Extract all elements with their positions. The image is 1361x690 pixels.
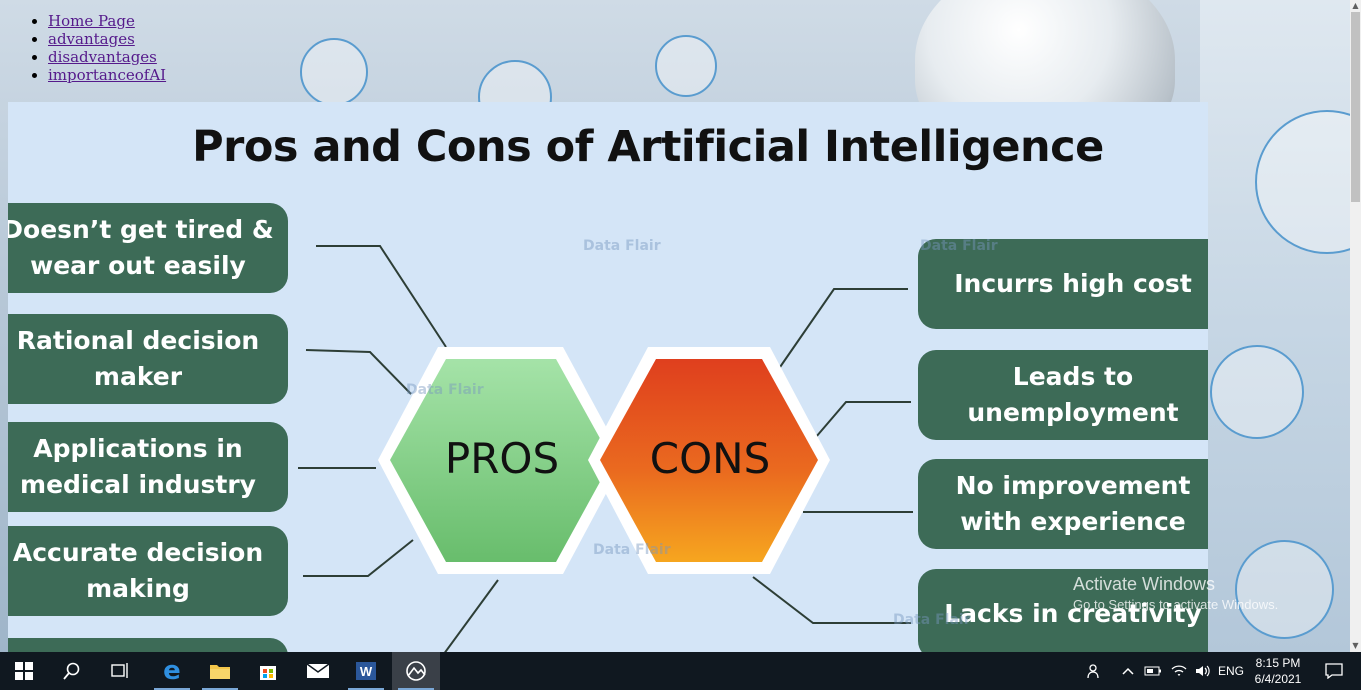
pro-item: Applications in medical industry: [8, 422, 288, 512]
importance-of-ai-link[interactable]: importanceofAI: [48, 66, 166, 84]
home-page-link[interactable]: Home Page: [48, 12, 135, 30]
scroll-up-arrow-icon[interactable]: ▲: [1350, 0, 1361, 11]
taskbar-clock[interactable]: 8:15 PM 6/4/2021: [1248, 655, 1308, 687]
nav-item-importance: importanceofAI: [48, 66, 166, 84]
dataflair-watermark: Data Flair: [920, 238, 998, 254]
task-view-icon[interactable]: [96, 652, 144, 690]
background-image-right: [1200, 0, 1350, 652]
nav-item-home: Home Page: [48, 12, 166, 30]
windows-taskbar: e W ENG 8:15 PM 6/4/2021: [0, 652, 1361, 690]
clock-time: 8:15 PM: [1255, 656, 1301, 670]
pro-item: Doesn’t get tired & wear out easily: [8, 203, 288, 293]
con-item: Leads to unemployment: [918, 350, 1208, 440]
wifi-icon[interactable]: [1168, 652, 1190, 690]
activate-windows-watermark: Activate Windows Go to Settings to activ…: [1073, 574, 1278, 612]
edge-icon[interactable]: e: [148, 652, 196, 690]
scroll-down-arrow-icon[interactable]: ▼: [1350, 640, 1361, 651]
dataflair-watermark: Data Flair: [406, 382, 484, 398]
action-center-icon[interactable]: [1318, 652, 1350, 690]
con-item: No improvement with experience: [918, 459, 1208, 549]
show-hidden-icons-chevron-icon[interactable]: [1118, 652, 1138, 690]
globe-network-icon: [1255, 110, 1350, 254]
photos-icon[interactable]: [392, 652, 440, 690]
scrollbar-thumb[interactable]: [1351, 12, 1360, 202]
pro-item: Rational decision maker: [8, 314, 288, 404]
nav-item-disadvantages: disadvantages: [48, 48, 166, 66]
word-icon[interactable]: W: [342, 652, 390, 690]
tools-network-icon: [655, 35, 717, 97]
vertical-scrollbar[interactable]: ▲ ▼: [1350, 0, 1361, 652]
store-icon[interactable]: [244, 652, 292, 690]
battery-icon[interactable]: [1142, 652, 1164, 690]
pros-cons-infographic: Pros and Cons of Artificial Intelligence: [8, 102, 1208, 652]
svg-text:W: W: [360, 664, 373, 679]
activate-windows-title: Activate Windows: [1073, 574, 1216, 594]
language-indicator[interactable]: ENG: [1216, 652, 1246, 690]
dataflair-watermark: Data Flair: [583, 238, 661, 254]
dataflair-watermark: Data Flair: [893, 612, 971, 628]
nav-item-advantages: advantages: [48, 30, 166, 48]
windows-start-icon[interactable]: [0, 652, 48, 690]
file-explorer-icon[interactable]: [196, 652, 244, 690]
people-icon[interactable]: [1082, 652, 1108, 690]
search-icon[interactable]: [48, 652, 96, 690]
activate-windows-subtitle: Go to Settings to activate Windows.: [1073, 597, 1279, 612]
disadvantages-link[interactable]: disadvantages: [48, 48, 157, 66]
advantages-link[interactable]: advantages: [48, 30, 135, 48]
pro-item: Accurate decision making: [8, 526, 288, 616]
people-network-icon: [1210, 345, 1304, 439]
clock-date: 6/4/2021: [1254, 672, 1302, 686]
mail-icon[interactable]: [294, 652, 342, 690]
pros-label: PROS: [444, 434, 560, 483]
cons-label: CONS: [649, 434, 771, 483]
volume-icon[interactable]: [1192, 652, 1214, 690]
dataflair-watermark: Data Flair: [593, 542, 671, 558]
page-nav-list: Home Page advantages disadvantages impor…: [0, 12, 166, 84]
pro-item-partial: [8, 638, 288, 652]
cloud-network-icon: [300, 38, 368, 106]
